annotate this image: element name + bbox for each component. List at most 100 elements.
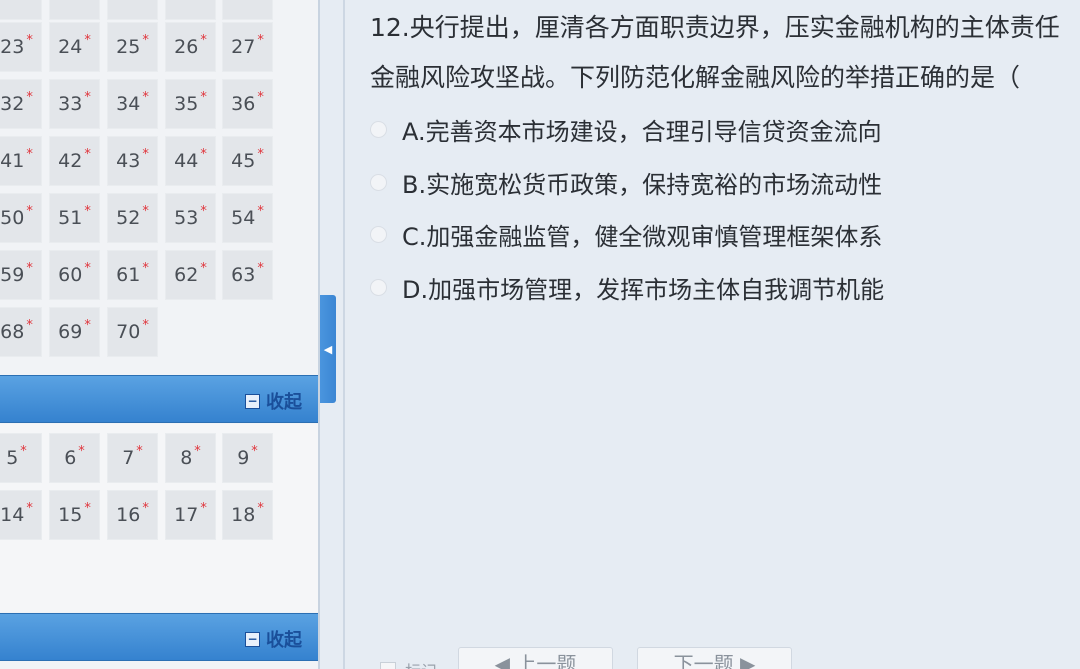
question-number: 18: [231, 504, 256, 526]
question-number: 51: [58, 207, 83, 229]
required-star-icon: *: [200, 89, 207, 105]
question-cell[interactable]: 45 *: [222, 136, 273, 186]
question-cell[interactable]: 6 *: [49, 433, 100, 483]
question-cell[interactable]: 61 *: [107, 250, 158, 300]
question-cell[interactable]: 43 *: [107, 136, 158, 186]
question-cell[interactable]: 53 *: [165, 193, 216, 243]
question-cell[interactable]: 41 *: [0, 136, 42, 186]
question-cell[interactable]: 15 *: [49, 490, 100, 540]
required-star-icon: *: [257, 203, 264, 219]
required-star-icon: *: [26, 146, 33, 162]
question-cell[interactable]: 7 *: [107, 433, 158, 483]
question-cell[interactable]: 50 *: [0, 193, 42, 243]
question-cell[interactable]: 59 *: [0, 250, 42, 300]
question-number: 60: [58, 264, 83, 286]
question-cell[interactable]: 69 *: [49, 307, 100, 357]
question-cell[interactable]: [0, 0, 42, 20]
mark-checkbox[interactable]: [380, 662, 396, 669]
question-cell[interactable]: 44 *: [165, 136, 216, 186]
panel-toggle-button[interactable]: ◀: [320, 295, 336, 403]
required-star-icon: *: [142, 260, 149, 276]
question-number: 53: [174, 207, 199, 229]
next-question-button[interactable]: 下一题 ▶: [637, 647, 792, 669]
question-cell[interactable]: 51 *: [49, 193, 100, 243]
question-cell[interactable]: 54 *: [222, 193, 273, 243]
divider: [343, 0, 345, 669]
question-cell[interactable]: 70 *: [107, 307, 158, 357]
question-cell[interactable]: 34 *: [107, 79, 158, 129]
question-number: 15: [58, 504, 83, 526]
question-cell[interactable]: 68 *: [0, 307, 42, 357]
question-number: 5: [6, 447, 19, 469]
question-number: 63: [231, 264, 256, 286]
option-d[interactable]: D.加强市场管理，发挥市场主体自我调节机能: [370, 270, 884, 305]
required-star-icon: *: [78, 443, 85, 459]
question-cell[interactable]: 24 *: [49, 22, 100, 72]
required-star-icon: *: [142, 89, 149, 105]
option-b[interactable]: B.实施宽松货币政策，保持宽裕的市场流动性: [370, 165, 882, 200]
question-cell[interactable]: 23 *: [0, 22, 42, 72]
question-cell[interactable]: 60 *: [49, 250, 100, 300]
question-cell[interactable]: 16 *: [107, 490, 158, 540]
question-number: 7: [122, 447, 135, 469]
question-cell[interactable]: [222, 0, 273, 20]
question-number: 61: [116, 264, 141, 286]
required-star-icon: *: [200, 500, 207, 516]
required-star-icon: *: [257, 260, 264, 276]
question-number: 43: [116, 150, 141, 172]
question-cell[interactable]: 32 *: [0, 79, 42, 129]
option-a-radio[interactable]: [370, 121, 387, 138]
option-d-radio[interactable]: [370, 279, 387, 296]
question-cell[interactable]: 17 *: [165, 490, 216, 540]
required-star-icon: *: [20, 443, 27, 459]
question-cell[interactable]: 9 *: [222, 433, 273, 483]
collapse-button[interactable]: − 收起: [245, 626, 302, 652]
question-cell[interactable]: 63 *: [222, 250, 273, 300]
required-star-icon: *: [200, 203, 207, 219]
option-c-radio[interactable]: [370, 226, 387, 243]
question-cell[interactable]: 14 *: [0, 490, 42, 540]
question-stem-line-2: 金融风险攻坚战。下列防范化解金融风险的举措正确的是（: [370, 63, 1021, 92]
question-cell[interactable]: 18 *: [222, 490, 273, 540]
question-cell[interactable]: 33 *: [49, 79, 100, 129]
question-number: 24: [58, 36, 83, 58]
option-c-label: C.加强金融监管，健全微观审慎管理框架体系: [402, 223, 883, 251]
required-star-icon: *: [200, 146, 207, 162]
required-star-icon: *: [136, 443, 143, 459]
required-star-icon: *: [84, 260, 91, 276]
question-number: 14: [0, 504, 25, 526]
question-cell[interactable]: 36 *: [222, 79, 273, 129]
chevron-left-icon: ◀: [323, 342, 333, 356]
question-cell[interactable]: 27 *: [222, 22, 273, 72]
option-a[interactable]: A.完善资本市场建设，合理引导信贷资金流向: [370, 112, 882, 147]
required-star-icon: *: [26, 89, 33, 105]
question-number: 50: [0, 207, 25, 229]
question-cell[interactable]: 26 *: [165, 22, 216, 72]
question-cell[interactable]: 42 *: [49, 136, 100, 186]
question-number: 23: [0, 36, 25, 58]
question-number: 44: [174, 150, 199, 172]
required-star-icon: *: [84, 146, 91, 162]
required-star-icon: *: [84, 500, 91, 516]
required-star-icon: *: [251, 443, 258, 459]
question-cell[interactable]: 35 *: [165, 79, 216, 129]
question-cell[interactable]: 62 *: [165, 250, 216, 300]
required-star-icon: *: [84, 317, 91, 333]
question-number: 25: [116, 36, 141, 58]
question-cell[interactable]: [49, 0, 100, 20]
question-cell[interactable]: [165, 0, 216, 20]
question-number: 41: [0, 150, 25, 172]
question-number: 69: [58, 321, 83, 343]
required-star-icon: *: [257, 89, 264, 105]
collapse-button[interactable]: − 收起: [245, 388, 302, 414]
option-c[interactable]: C.加强金融监管，健全微观审慎管理框架体系: [370, 217, 882, 252]
question-cell[interactable]: 5 *: [0, 433, 42, 483]
question-cell[interactable]: 8 *: [165, 433, 216, 483]
collapse-label: 收起: [266, 392, 302, 413]
option-b-radio[interactable]: [370, 174, 387, 191]
question-cell[interactable]: [107, 0, 158, 20]
required-star-icon: *: [200, 32, 207, 48]
question-cell[interactable]: 25 *: [107, 22, 158, 72]
prev-question-button[interactable]: ◀ 上一题: [458, 647, 613, 669]
question-cell[interactable]: 52 *: [107, 193, 158, 243]
